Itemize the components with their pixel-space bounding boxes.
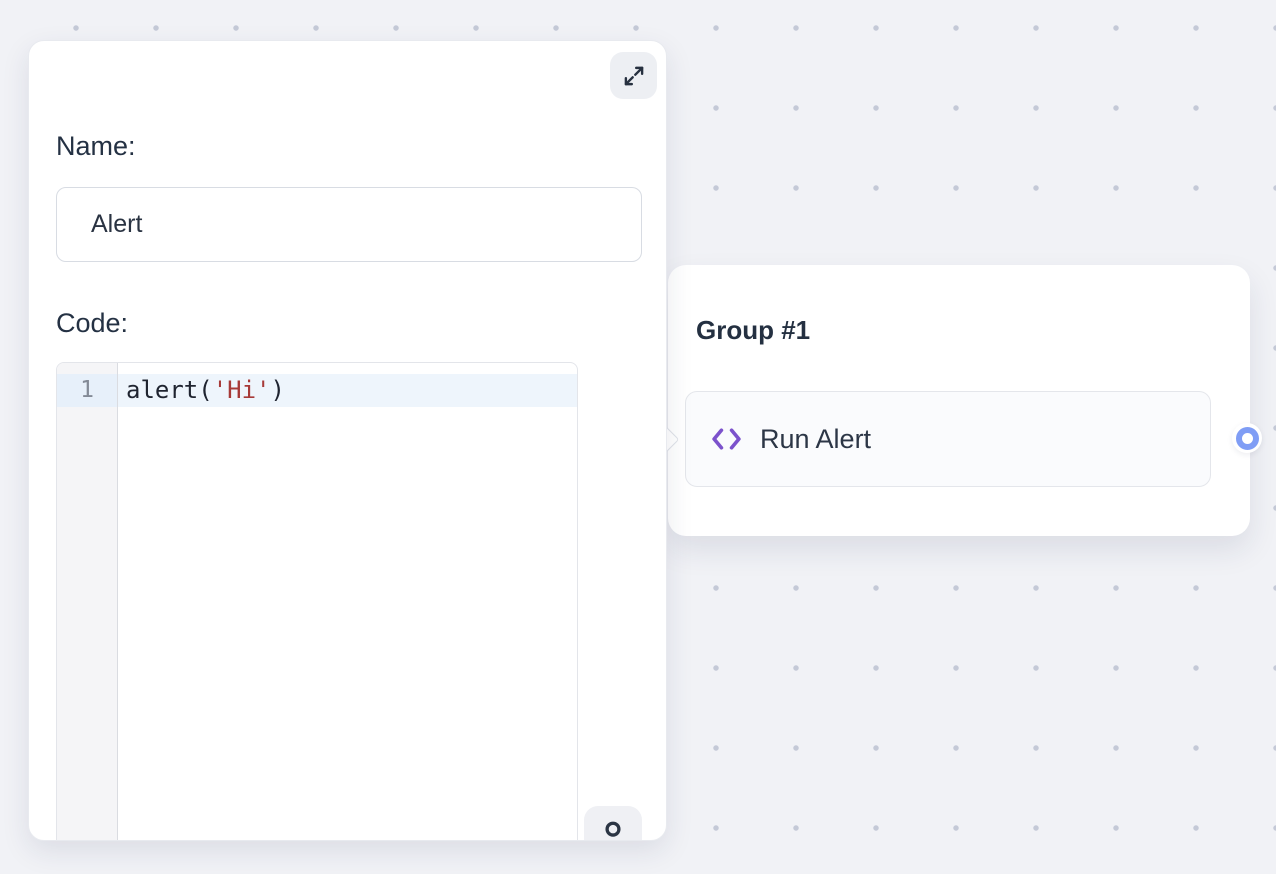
code-line-active[interactable]: alert('Hi') [118, 374, 577, 407]
code-token-string: 'Hi' [213, 376, 271, 404]
line-number: 1 [57, 374, 117, 407]
node-run-alert[interactable]: Run Alert [685, 391, 1211, 487]
name-field-label: Name: [56, 131, 136, 162]
code-token-plain: alert( [126, 376, 213, 404]
name-input[interactable] [56, 187, 642, 262]
output-handle[interactable] [1232, 423, 1262, 453]
expand-icon [621, 63, 647, 89]
person-icon [593, 816, 633, 841]
node-editor-panel: Name: Code: 1 alert('Hi') [28, 40, 667, 841]
expand-button[interactable] [610, 52, 657, 99]
group-card: Group #1 Run Alert [668, 265, 1250, 536]
group-title: Group #1 [696, 315, 810, 346]
code-field-label: Code: [56, 308, 128, 339]
code-editor-content[interactable]: alert('Hi') [118, 363, 577, 841]
code-token-plain: ) [271, 376, 285, 404]
code-editor[interactable]: 1 alert('Hi') [56, 362, 578, 841]
code-editor-gutter: 1 [57, 363, 118, 841]
user-button[interactable] [584, 806, 642, 841]
output-handle-ring [1236, 427, 1259, 450]
flow-canvas[interactable]: { "colors": { "canvas-bg": "#f1f2f6", "d… [0, 0, 1276, 874]
code-icon [709, 424, 744, 454]
node-label: Run Alert [760, 424, 871, 455]
